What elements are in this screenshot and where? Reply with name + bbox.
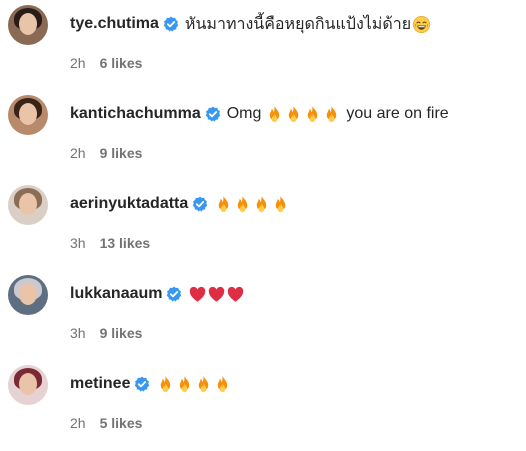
fire-emoji — [218, 375, 228, 392]
verified-badge-icon — [193, 196, 208, 212]
comment-item: metinee 2h 5 likes — [0, 365, 526, 445]
comments-list: tye.chutima หันมาทางนี้คือหยุดกินแป้งไม่… — [0, 0, 526, 451]
fire-emoji — [308, 105, 318, 122]
comment-line: lukkanaaum — [70, 281, 518, 307]
emoji-row — [188, 285, 245, 304]
avatar[interactable] — [8, 95, 48, 135]
emoji-row — [265, 105, 341, 124]
comment-text: หันมาทางนี้คือหยุดกินแป้งไม่ด้าย — [184, 15, 412, 33]
heart-emoji — [190, 286, 206, 302]
comment-item: kantichachumma Omg you are on fire 2h 9 … — [0, 95, 526, 175]
avatar[interactable] — [8, 365, 48, 405]
username[interactable]: tye.chutima — [70, 15, 159, 33]
comment-meta: 3h 9 likes — [70, 325, 142, 341]
fire-emoji — [161, 375, 171, 392]
username[interactable]: lukkanaaum — [70, 285, 162, 303]
likes-count[interactable]: 6 likes — [100, 55, 143, 71]
comment-time[interactable]: 2h — [70, 415, 86, 431]
comment-item: tye.chutima หันมาทางนี้คือหยุดกินแป้งไม่… — [0, 5, 526, 85]
comment-meta: 2h 6 likes — [70, 55, 142, 71]
avatar[interactable] — [8, 185, 48, 225]
verified-badge-icon — [135, 376, 150, 392]
likes-count[interactable]: 13 likes — [100, 235, 151, 251]
comment-time[interactable]: 2h — [70, 55, 86, 71]
comment-item: aerinyuktadatta 3h 13 likes — [0, 185, 526, 265]
heart-emoji — [228, 286, 244, 302]
heart-emoji — [209, 286, 225, 302]
fire-emoji — [289, 105, 299, 122]
emoji-row — [156, 375, 232, 394]
verified-badge-icon — [205, 106, 220, 122]
comment-time[interactable]: 2h — [70, 145, 86, 161]
comment-meta: 3h 13 likes — [70, 235, 150, 251]
comment-time[interactable]: 3h — [70, 325, 86, 341]
verified-badge-icon — [167, 286, 182, 302]
likes-count[interactable]: 9 likes — [100, 145, 143, 161]
fire-emoji — [180, 375, 190, 392]
comment-text: Omg — [226, 105, 262, 122]
emoji-row — [214, 195, 290, 214]
comment-item: lukkanaaum 3h 9 likes — [0, 275, 526, 355]
fire-emoji — [270, 105, 280, 122]
fire-emoji — [238, 195, 248, 212]
laughing-tears-emoji — [413, 15, 431, 33]
fire-emoji — [257, 195, 267, 212]
comment-meta: 2h 9 likes — [70, 145, 142, 161]
verified-badge-icon — [163, 16, 179, 32]
comment-meta: 2h 5 likes — [70, 415, 142, 431]
username[interactable]: kantichachumma — [70, 105, 201, 123]
likes-count[interactable]: 9 likes — [100, 325, 143, 341]
comment-line: kantichachumma Omg you are on fire — [70, 101, 518, 127]
comment-line: metinee — [70, 371, 518, 397]
emoji-row — [412, 15, 431, 34]
username[interactable]: metinee — [70, 375, 130, 393]
avatar[interactable] — [8, 5, 48, 45]
comment-line: tye.chutima หันมาทางนี้คือหยุดกินแป้งไม่… — [70, 11, 518, 37]
fire-emoji — [276, 195, 286, 212]
comment-time[interactable]: 3h — [70, 235, 86, 251]
fire-emoji — [199, 375, 209, 392]
fire-emoji — [219, 195, 229, 212]
comment-line: aerinyuktadatta — [70, 191, 518, 217]
comment-text-after: you are on fire — [346, 105, 449, 122]
username[interactable]: aerinyuktadatta — [70, 195, 188, 213]
avatar[interactable] — [8, 275, 48, 315]
likes-count[interactable]: 5 likes — [100, 415, 143, 431]
fire-emoji — [327, 105, 337, 122]
